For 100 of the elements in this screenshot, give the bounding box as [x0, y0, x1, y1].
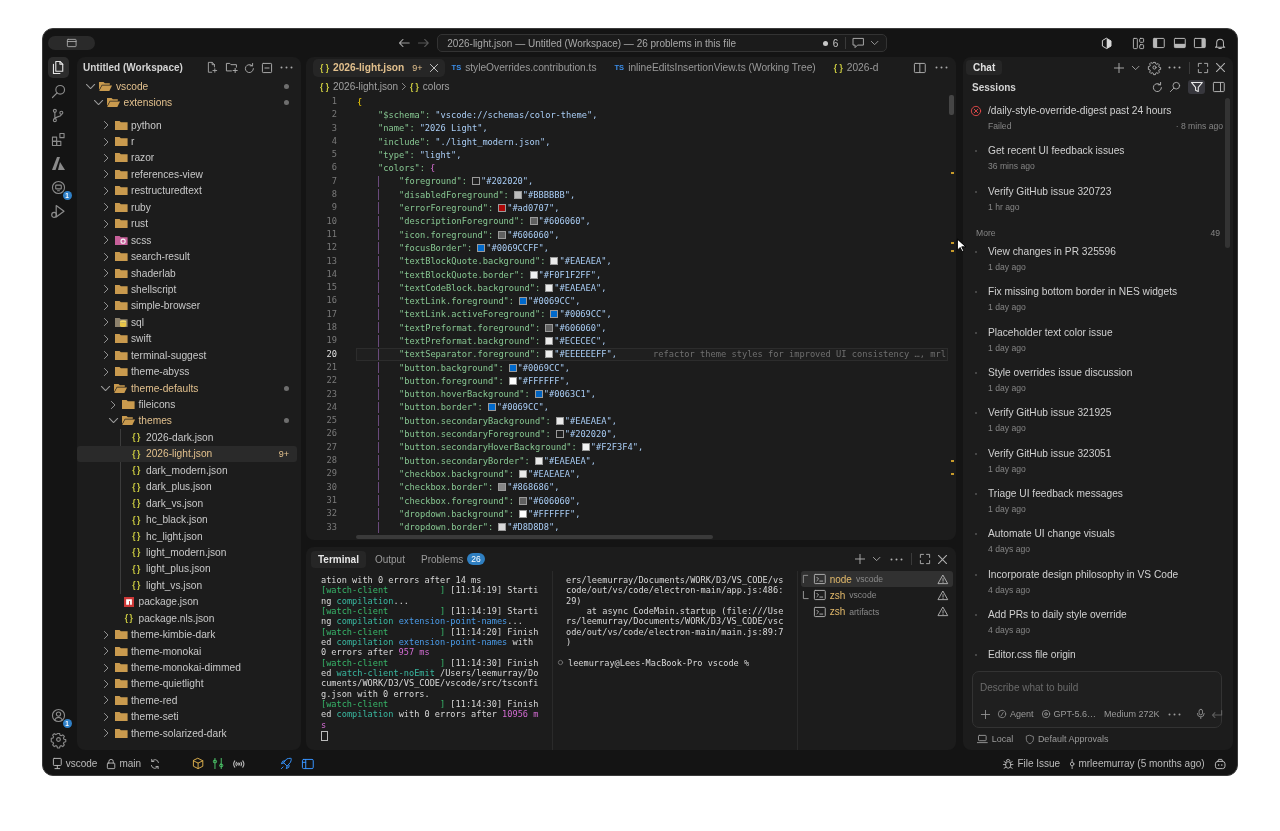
chat-composer[interactable]: Describe what to build Agent GPT-5.6… Medium 272K [972, 671, 1222, 728]
editor-tab[interactable]: { } 2026-d [826, 58, 890, 77]
tree-item[interactable]: theme-seti [77, 708, 297, 726]
toggle-sidebar-icon[interactable] [1152, 38, 1165, 48]
color-swatch-icon[interactable] [498, 204, 507, 212]
breadcrumb-item[interactable]: { } colors [409, 81, 450, 92]
color-swatch-icon[interactable] [581, 443, 590, 452]
tree-item[interactable]: fileicons [77, 396, 297, 413]
color-swatch-icon[interactable] [545, 323, 554, 332]
session-title[interactable]: Verify GitHub issue 320723 [988, 182, 1223, 201]
color-swatch-icon[interactable] [487, 403, 496, 412]
toggle-panel-icon[interactable] [1173, 38, 1186, 48]
color-swatch-icon[interactable] [555, 416, 564, 425]
tree-item[interactable]: theme-quietlight [77, 675, 297, 693]
approvals-picker[interactable]: Default Approvals [1026, 734, 1109, 744]
collapse-all-icon[interactable] [262, 62, 272, 73]
model-picker[interactable]: GPT-5.6… [1041, 709, 1097, 719]
close-icon[interactable] [429, 63, 438, 72]
sliders-icon[interactable] [213, 758, 224, 769]
toggle-secondary-sidebar-icon[interactable] [1194, 38, 1206, 48]
tree-item[interactable]: ruby [77, 199, 297, 216]
session-title[interactable]: Editor.css file origin [988, 646, 1223, 665]
tree-item[interactable]: themes [77, 412, 297, 430]
session-title[interactable]: Triage UI feedback messages [988, 485, 1223, 504]
tree-item[interactable]: { } hc_black.json [77, 511, 297, 528]
tree-item[interactable]: { } light_modern.json [77, 544, 297, 561]
panel-tab[interactable]: Output [367, 550, 412, 568]
back-arrow-icon[interactable] [399, 39, 410, 47]
vertical-scrollbar[interactable] [1225, 98, 1230, 248]
color-swatch-icon[interactable] [545, 350, 554, 359]
broadcast-icon[interactable] [233, 759, 245, 768]
color-swatch-icon[interactable] [508, 363, 517, 372]
tree-item[interactable]: { } dark_modern.json [77, 462, 297, 479]
color-swatch-icon[interactable] [498, 230, 507, 239]
color-swatch-icon[interactable] [519, 509, 528, 518]
plus-icon[interactable] [854, 554, 865, 564]
color-swatch-icon[interactable] [498, 523, 507, 532]
new-folder-icon[interactable] [225, 62, 238, 73]
color-swatch-icon[interactable] [550, 257, 559, 266]
maximize-icon[interactable] [1198, 62, 1208, 73]
microphone-icon[interactable] [1196, 709, 1205, 719]
toggle-sidebar-icon[interactable] [1213, 82, 1225, 92]
split-editor-icon[interactable] [914, 62, 926, 73]
more-icon[interactable] [890, 557, 903, 561]
maximize-icon[interactable] [920, 554, 930, 564]
tree-item[interactable]: shellscript [77, 281, 297, 298]
color-swatch-icon[interactable] [508, 376, 517, 385]
tree-item[interactable]: { } 2026-light.json 9+ [77, 445, 297, 463]
more-icon[interactable] [1168, 66, 1181, 69]
color-swatch-icon[interactable] [472, 177, 480, 186]
session-title[interactable]: Get recent UI feedback issues [988, 142, 1223, 161]
tree-item[interactable]: simple-browser [77, 297, 297, 315]
color-swatch-icon[interactable] [529, 217, 538, 226]
tree-item[interactable]: { } package.nls.json [77, 610, 297, 627]
settings-icon[interactable] [1149, 62, 1160, 73]
color-swatch-icon[interactable] [519, 297, 528, 306]
notifications-icon[interactable] [1214, 37, 1225, 49]
send-icon[interactable] [1212, 710, 1223, 718]
location-picker[interactable]: Local [977, 734, 1014, 744]
tree-item[interactable]: { } 2026-dark.json [77, 429, 297, 446]
command-center[interactable]: 2026-light.json — Untitled (Workspace) — 26 problems in this file 6 [437, 34, 888, 52]
tree-item[interactable]: terminal-suggest [77, 347, 297, 364]
color-swatch-icon[interactable] [498, 483, 507, 492]
tree-item[interactable]: theme-solarized-dark [77, 725, 297, 742]
session-title[interactable]: /daily-style-override-digest past 24 hours [988, 102, 1223, 120]
tree-item[interactable]: theme-monokai [77, 642, 297, 660]
breadcrumb-item[interactable]: { } 2026-light.json [320, 81, 399, 92]
color-swatch-icon[interactable] [534, 390, 543, 399]
tree-item[interactable]: { } hc_light.json [77, 527, 297, 545]
color-swatch-icon[interactable] [519, 496, 528, 505]
cube-icon[interactable] [193, 758, 204, 769]
color-swatch-icon[interactable] [477, 243, 486, 252]
tree-item[interactable]: package.json [77, 593, 297, 610]
editor-tab[interactable]: { } 2026-light.json 9+ [313, 58, 445, 77]
customize-layout-icon[interactable] [1132, 37, 1144, 49]
session-title[interactable]: Verify GitHub issue 323051 [988, 444, 1223, 463]
color-swatch-icon[interactable] [545, 337, 554, 345]
session-title[interactable]: Automate UI change visuals [988, 525, 1223, 544]
session-title[interactable]: Add PRs to daily style override [988, 606, 1223, 625]
refresh-icon[interactable] [245, 62, 254, 73]
caret-icon[interactable] [1131, 65, 1139, 70]
robot-icon[interactable] [1214, 758, 1225, 769]
tree-item[interactable]: theme-defaults [77, 379, 297, 397]
close-icon[interactable] [938, 554, 947, 564]
tree-item[interactable]: rust [77, 215, 297, 232]
tree-item[interactable]: { } dark_plus.json [77, 478, 297, 495]
terminal-instance[interactable]: zsh vscode [801, 587, 953, 604]
session-title[interactable]: Incorporate design philosophy in VS Code [988, 565, 1223, 584]
color-swatch-icon[interactable] [545, 283, 554, 292]
search-icon[interactable] [1169, 82, 1180, 92]
color-swatch-icon[interactable] [534, 456, 543, 465]
session-title[interactable]: View changes in PR 325596 [988, 243, 1223, 262]
close-icon[interactable] [1216, 63, 1225, 72]
color-swatch-icon[interactable] [513, 190, 522, 199]
session-title[interactable]: Placeholder text color issue [988, 323, 1223, 342]
sync-icon[interactable] [151, 758, 159, 769]
session-title[interactable]: Fix missing bottom border in NES widgets [988, 283, 1223, 302]
hexagon-icon[interactable] [1102, 37, 1112, 49]
new-file-icon[interactable] [208, 62, 218, 73]
color-swatch-icon[interactable] [529, 270, 538, 279]
